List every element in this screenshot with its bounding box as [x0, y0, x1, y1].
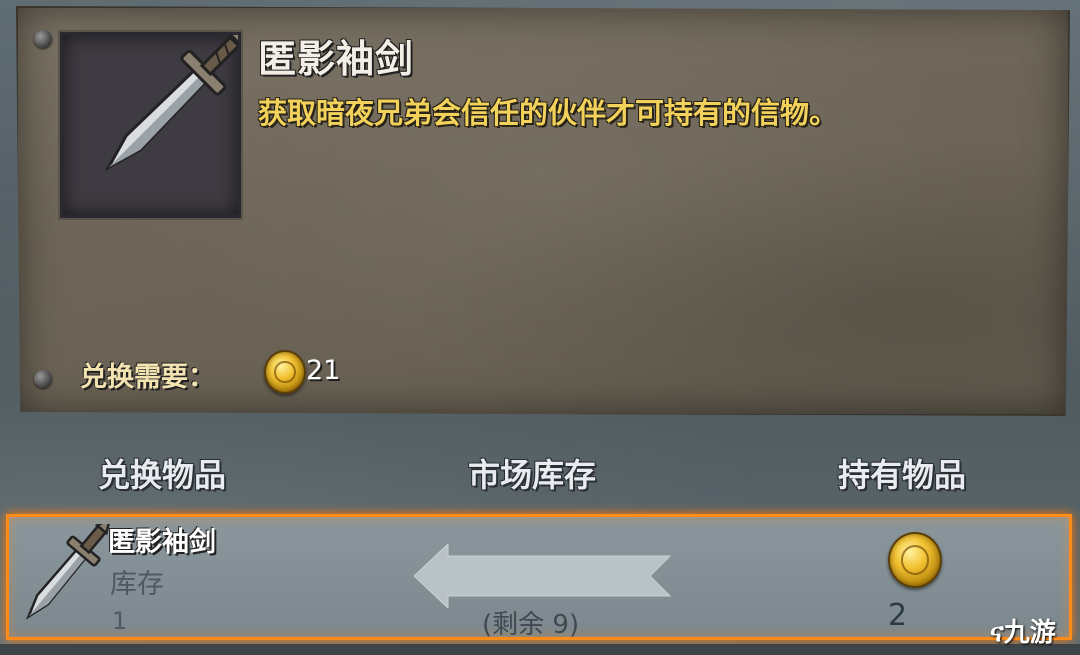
- dagger-icon: [25, 524, 110, 620]
- column-header-owned-items: 持有物品: [838, 456, 967, 494]
- gold-coin-icon: [264, 350, 306, 394]
- exchange-cost-label: 兑换需要：: [80, 362, 215, 393]
- remaining-count: (剩余 9): [482, 610, 580, 640]
- nail-icon: [34, 370, 52, 388]
- watermark: ና九游: [990, 612, 1056, 649]
- watermark-logo-icon: ና: [990, 618, 1004, 648]
- row-stock-value: 1: [112, 607, 128, 635]
- item-description: 获取暗夜兄弟会信任的伙伴才可持有的信物。: [258, 96, 839, 130]
- owned-count: 2: [888, 598, 908, 633]
- item-title: 匿影袖剑: [258, 37, 415, 81]
- row-stock-label: 库存: [110, 569, 164, 600]
- column-header-market-stock: 市场库存: [468, 456, 597, 494]
- item-icon-frame: [60, 28, 248, 218]
- dagger-icon: [104, 28, 248, 172]
- nail-icon: [34, 30, 52, 48]
- row-item-name: 匿影袖剑: [108, 527, 216, 558]
- column-header-exchange-item: 兑换物品: [98, 456, 227, 494]
- exchange-cost-amount: 21: [306, 355, 341, 386]
- gold-coin-icon: [888, 532, 942, 588]
- watermark-text: 九游: [1003, 618, 1056, 648]
- arrow-left-icon[interactable]: [414, 544, 674, 608]
- next-row-partial: [0, 644, 1080, 655]
